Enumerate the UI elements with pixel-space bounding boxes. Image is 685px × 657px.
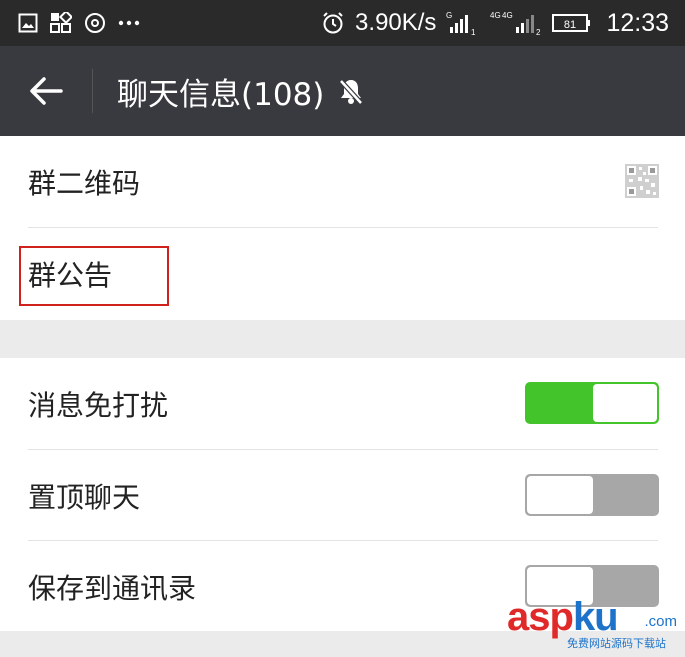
qr-code-icon bbox=[625, 164, 659, 198]
music-disc-icon bbox=[84, 12, 106, 34]
page-title: 聊天信息(108) bbox=[117, 76, 325, 113]
mute-messages-label: 消息免打扰 bbox=[28, 388, 169, 422]
settings-group-2: 消息免打扰 置顶聊天 保存到通讯录 bbox=[0, 358, 685, 631]
network-type-label: 4G bbox=[490, 11, 501, 20]
watermark-subtitle: 免费网站源码下载站 bbox=[567, 637, 666, 650]
watermark-brand-a: asp bbox=[507, 595, 574, 639]
network-type-label: G bbox=[446, 11, 452, 20]
pin-chat-label: 置顶聊天 bbox=[28, 480, 141, 514]
back-arrow-icon bbox=[28, 76, 64, 106]
save-contacts-label: 保存到通讯录 bbox=[28, 571, 197, 605]
alarm-icon bbox=[321, 11, 345, 35]
group-qr-row[interactable]: 群二维码 bbox=[0, 136, 685, 227]
back-button[interactable] bbox=[0, 46, 92, 136]
group-qr-label: 群二维码 bbox=[28, 166, 141, 200]
watermark-brand-b: ku bbox=[572, 595, 619, 639]
sim-number: 1 bbox=[471, 28, 476, 37]
mute-messages-row: 消息免打扰 bbox=[0, 358, 685, 449]
watermark-domain: .com bbox=[644, 613, 677, 630]
battery-level: 81 bbox=[564, 19, 576, 31]
mute-bell-icon bbox=[336, 76, 366, 106]
more-dots-icon bbox=[118, 20, 140, 26]
network-speed: 3.90K/s bbox=[355, 9, 437, 36]
signal-icon-2: 4G 4G 2 bbox=[490, 9, 542, 37]
mute-messages-toggle[interactable] bbox=[525, 382, 659, 424]
signal-icon: G 1 bbox=[446, 9, 480, 37]
status-bar: 3.90K/s G 1 4G 4G 2 81 12:33 bbox=[0, 0, 685, 46]
sim-number: 2 bbox=[536, 28, 541, 37]
pin-chat-toggle[interactable] bbox=[525, 474, 659, 516]
clock: 12:33 bbox=[606, 8, 669, 37]
watermark-logo: aspku .com 免费网站源码下载站 bbox=[507, 595, 679, 651]
network-type-label: 4G bbox=[502, 11, 513, 20]
battery-icon: 81 bbox=[552, 13, 592, 33]
highlight-box bbox=[19, 246, 169, 306]
title-bar: 聊天信息(108) bbox=[0, 46, 685, 136]
pin-chat-row: 置顶聊天 bbox=[0, 450, 685, 541]
apps-icon bbox=[50, 12, 72, 34]
image-icon bbox=[18, 13, 38, 33]
